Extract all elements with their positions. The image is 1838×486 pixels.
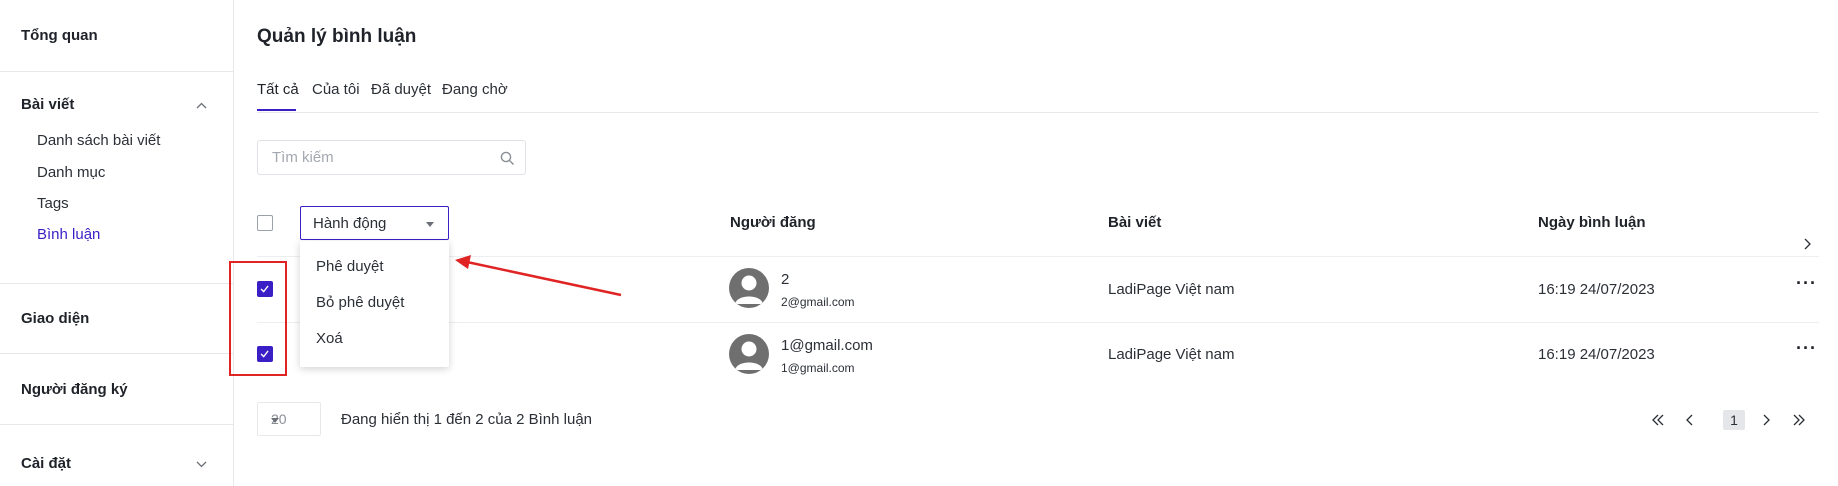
author-name: 2 xyxy=(781,271,790,288)
sidebar-item-tags[interactable]: Tags xyxy=(37,195,69,212)
search-input[interactable] xyxy=(272,149,482,166)
bulk-action-menu: Phê duyệt Bỏ phê duyệt Xoá xyxy=(300,241,449,367)
next-page-icon[interactable] xyxy=(1761,414,1771,426)
sidebar-item-post-list[interactable]: Danh sách bài viết xyxy=(37,132,160,149)
sidebar-item-theme[interactable]: Giao diện xyxy=(21,310,89,327)
first-page-icon[interactable] xyxy=(1651,414,1665,426)
tab-all[interactable]: Tất cả xyxy=(257,81,299,98)
caret-down-icon xyxy=(426,222,434,227)
search-icon[interactable] xyxy=(500,151,515,166)
sidebar-section-overview: Tổng quan xyxy=(0,0,233,72)
bulk-action-select[interactable]: Hành động xyxy=(300,206,449,240)
avatar xyxy=(729,334,769,374)
menu-item-approve[interactable]: Phê duyệt xyxy=(316,258,384,275)
menu-item-unapprove[interactable]: Bỏ phê duyệt xyxy=(316,294,404,311)
current-page[interactable]: 1 xyxy=(1723,410,1745,430)
last-page-icon[interactable] xyxy=(1792,414,1806,426)
column-header-post: Bài viết xyxy=(1108,214,1162,231)
more-options-icon[interactable]: ··· xyxy=(1796,338,1817,359)
comment-date: 16:19 24/07/2023 xyxy=(1538,281,1655,298)
tab-pending[interactable]: Đang chờ xyxy=(442,81,508,98)
chevron-up-icon[interactable] xyxy=(196,100,207,111)
annotation-arrow-icon xyxy=(455,255,622,297)
avatar xyxy=(729,268,769,308)
user-icon xyxy=(735,341,763,370)
row-divider xyxy=(257,322,1819,323)
sidebar-item-subscribers[interactable]: Người đăng ký xyxy=(21,381,128,398)
bulk-action-label: Hành động xyxy=(313,215,387,232)
post-title[interactable]: LadiPage Việt nam xyxy=(1108,346,1234,363)
user-icon xyxy=(735,275,763,304)
page-title: Quản lý bình luận xyxy=(257,26,417,47)
post-title[interactable]: LadiPage Việt nam xyxy=(1108,281,1234,298)
caret-down-icon xyxy=(271,418,279,423)
sidebar-item-settings[interactable]: Cài đặt xyxy=(21,455,71,472)
column-header-date: Ngày bình luận xyxy=(1538,214,1646,231)
tab-mine[interactable]: Của tôi xyxy=(312,81,360,98)
annotation-highlight-box xyxy=(229,261,287,376)
search-box xyxy=(257,140,526,175)
pagination-info: Đang hiển thị 1 đến 2 của 2 Bình luận xyxy=(341,411,593,428)
select-all-checkbox[interactable] xyxy=(257,215,273,231)
sidebar-item-overview[interactable]: Tổng quan xyxy=(21,27,98,44)
sidebar-item-categories[interactable]: Danh mục xyxy=(37,164,105,181)
sidebar-section-posts: Bài viết Danh sách bài viết Danh mục Tag… xyxy=(0,71,233,284)
comment-date: 16:19 24/07/2023 xyxy=(1538,346,1655,363)
sidebar-section-theme: Giao diện xyxy=(0,283,233,354)
more-options-icon[interactable]: ··· xyxy=(1796,273,1817,294)
author-email: 1@gmail.com xyxy=(781,361,855,375)
chevron-down-icon[interactable] xyxy=(196,459,207,470)
active-tab-indicator xyxy=(257,109,296,111)
author-name: 1@gmail.com xyxy=(781,337,873,354)
sidebar-item-posts[interactable]: Bài viết xyxy=(21,96,74,113)
page-size-select[interactable]: 20 xyxy=(257,402,321,436)
tab-approved[interactable]: Đã duyệt xyxy=(371,81,431,98)
sidebar-section-settings: Cài đặt xyxy=(0,424,233,486)
column-header-author: Người đăng xyxy=(730,214,816,231)
sidebar-item-comments[interactable]: Bình luận xyxy=(37,226,100,243)
sidebar-section-subscribers: Người đăng ký xyxy=(0,353,233,425)
prev-page-icon[interactable] xyxy=(1685,414,1695,426)
tab-bar: Tất cả Của tôi Đã duyệt Đang chờ xyxy=(257,78,1819,113)
sidebar: Tổng quan Bài viết Danh sách bài viết Da… xyxy=(0,0,234,486)
author-email: 2@gmail.com xyxy=(781,295,855,309)
chevron-right-icon[interactable] xyxy=(1802,238,1812,250)
menu-item-delete[interactable]: Xoá xyxy=(316,330,343,347)
main-content: Quản lý bình luận Tất cả Của tôi Đã duyệ… xyxy=(257,0,1838,486)
